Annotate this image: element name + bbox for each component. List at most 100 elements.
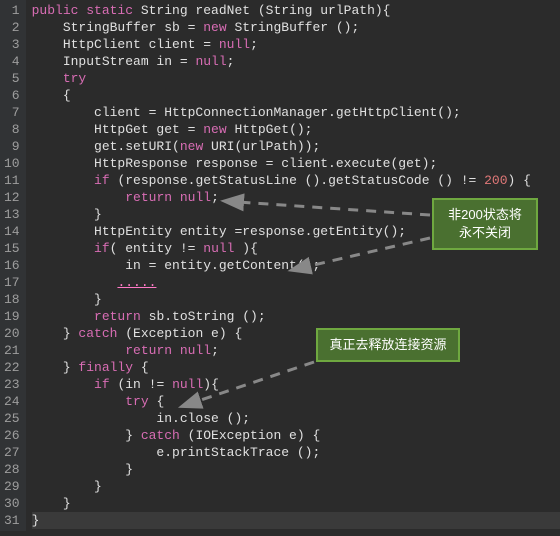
- code-line: InputStream in = null;: [32, 53, 560, 70]
- ln: 1: [12, 3, 20, 18]
- tok: ;: [227, 54, 235, 69]
- tok: HttpGet get =: [32, 122, 204, 137]
- code-line: }: [32, 291, 560, 308]
- tok: ;: [211, 343, 219, 358]
- tok: ){: [234, 241, 257, 256]
- code-line: return sb.toString ();: [32, 308, 560, 325]
- tok: return null: [125, 190, 211, 205]
- tok: String readNet (String urlPath){: [141, 3, 391, 18]
- code-line: e.printStackTrace ();: [32, 444, 560, 461]
- ln: 25: [4, 411, 20, 426]
- tok: new: [203, 122, 226, 137]
- tok: StringBuffer ();: [227, 20, 360, 35]
- tok: [32, 309, 94, 324]
- tok: if: [94, 173, 110, 188]
- code-line: return null;: [32, 342, 560, 359]
- tok: if: [94, 241, 110, 256]
- tok: return: [94, 309, 141, 324]
- code-line: }: [32, 478, 560, 495]
- ln: 14: [4, 224, 20, 239]
- ln: 7: [12, 105, 20, 120]
- tok: [32, 394, 126, 409]
- code-line: }: [32, 461, 560, 478]
- tok: ;: [250, 37, 258, 52]
- code-line: HttpGet get = new HttpGet();: [32, 121, 560, 138]
- ln: 15: [4, 241, 20, 256]
- tok: {: [149, 394, 165, 409]
- ln: 11: [4, 173, 20, 188]
- ln: 4: [12, 54, 20, 69]
- ln: 22: [4, 360, 20, 375]
- ln: 12: [4, 190, 20, 205]
- tok: if: [94, 377, 110, 392]
- tok: }: [32, 326, 79, 341]
- code-line: in.close ();: [32, 410, 560, 427]
- ln: 2: [12, 20, 20, 35]
- code-line: if (response.getStatusLine ().getStatusC…: [32, 172, 560, 189]
- tok: HttpClient client =: [32, 37, 219, 52]
- code-line: public static String readNet (String url…: [32, 2, 560, 19]
- tok: [32, 275, 118, 290]
- tok: return null: [125, 343, 211, 358]
- tok: public static: [32, 3, 141, 18]
- tok: null: [172, 377, 203, 392]
- tok: get.setURI(: [32, 139, 180, 154]
- tok: [32, 241, 94, 256]
- code-line: try: [32, 70, 560, 87]
- tok: {: [133, 360, 149, 375]
- tok: URI(urlPath));: [203, 139, 320, 154]
- tok: InputStream in =: [32, 54, 196, 69]
- tok: ( entity !=: [110, 241, 204, 256]
- tok: .....: [117, 275, 156, 290]
- ln: 23: [4, 377, 20, 392]
- ln: 18: [4, 292, 20, 307]
- tok: [32, 377, 94, 392]
- tok: null: [219, 37, 250, 52]
- code-line: HttpResponse response = client.execute(g…: [32, 155, 560, 172]
- code-line: }: [32, 495, 560, 512]
- code-line: .....: [32, 274, 560, 291]
- tok: ) {: [508, 173, 531, 188]
- ln: 17: [4, 275, 20, 290]
- tok: [32, 190, 126, 205]
- tok: new: [180, 139, 203, 154]
- tok: (IOException e) {: [180, 428, 320, 443]
- code-line: {: [32, 87, 560, 104]
- code-line: in = entity.getContent();: [32, 257, 560, 274]
- ln: 16: [4, 258, 20, 273]
- ln: 30: [4, 496, 20, 511]
- ln: 5: [12, 71, 20, 86]
- code-line: try {: [32, 393, 560, 410]
- tok: catch: [78, 326, 117, 341]
- tok: ){: [203, 377, 219, 392]
- ln: 8: [12, 122, 20, 137]
- code-line: } catch (Exception e) {: [32, 325, 560, 342]
- ln: 13: [4, 207, 20, 222]
- ln: 21: [4, 343, 20, 358]
- code-line: StringBuffer sb = new StringBuffer ();: [32, 19, 560, 36]
- tok: [32, 173, 94, 188]
- code-line: } catch (IOException e) {: [32, 427, 560, 444]
- ln: 24: [4, 394, 20, 409]
- tok: }: [32, 360, 79, 375]
- tok: [32, 343, 126, 358]
- ln: 19: [4, 309, 20, 324]
- tok: try: [63, 71, 86, 86]
- tok: new: [203, 20, 226, 35]
- tok: }: [32, 428, 141, 443]
- code-area: public static String readNet (String url…: [26, 0, 560, 531]
- code-line: if (in != null){: [32, 376, 560, 393]
- tok: (response.getStatusLine ().getStatusCode…: [110, 173, 484, 188]
- tok: [32, 71, 63, 86]
- ln: 10: [4, 156, 20, 171]
- ln: 28: [4, 462, 20, 477]
- tok: try: [125, 394, 148, 409]
- annotation-callout-2: 真正去释放连接资源: [316, 328, 460, 362]
- ln: 26: [4, 428, 20, 443]
- ln: 6: [12, 88, 20, 103]
- ln: 9: [12, 139, 20, 154]
- ln: 31: [4, 513, 20, 528]
- annotation-callout-1: 非200状态将永不关闭: [432, 198, 538, 250]
- code-line: } finally {: [32, 359, 560, 376]
- tok: null: [203, 241, 234, 256]
